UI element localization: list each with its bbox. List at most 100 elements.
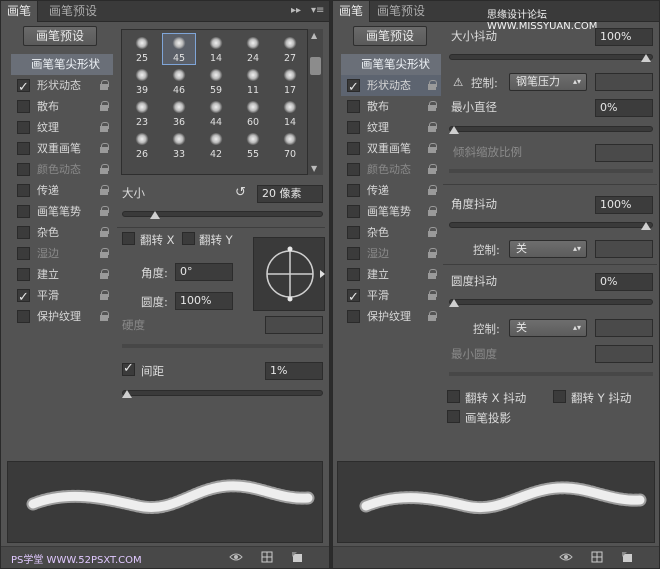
category-checkbox[interactable] (17, 163, 30, 176)
category-9[interactable]: 湿边 (341, 243, 441, 264)
new-brush-icon[interactable] (291, 551, 303, 563)
lock-icon[interactable] (427, 80, 437, 90)
angle-roundness-widget[interactable] (253, 237, 325, 311)
lock-icon[interactable] (99, 227, 109, 237)
roundness-jitter-slider[interactable] (449, 299, 653, 307)
brush-tip-grid[interactable]: 25 45 14 24 27 39 46 59 11 17 23 36 44 60 14 26 33 42 55 70 (121, 29, 323, 175)
lock-icon[interactable] (99, 290, 109, 300)
flip-y-jitter-checkbox[interactable] (553, 390, 566, 403)
category-5[interactable]: 颜色动态 (341, 159, 441, 180)
brush-tip[interactable]: 39 (126, 66, 158, 96)
lock-icon[interactable] (99, 248, 109, 258)
category-checkbox[interactable] (347, 287, 360, 308)
category-checkbox[interactable] (17, 247, 30, 260)
category-checkbox[interactable] (17, 310, 30, 323)
category-checkbox[interactable] (347, 247, 360, 260)
brush-grid-scrollbar[interactable]: ▲ ▼ (307, 29, 323, 175)
size-slider[interactable] (122, 211, 323, 219)
lock-icon[interactable] (99, 80, 109, 90)
flip-x-jitter-checkbox[interactable] (447, 390, 460, 403)
lock-icon[interactable] (99, 311, 109, 321)
category-checkbox[interactable] (347, 184, 360, 197)
size-field[interactable]: 20 像素 (257, 185, 323, 203)
spacing-field[interactable]: 1% (265, 362, 323, 380)
lock-icon[interactable] (427, 185, 437, 195)
category-0[interactable]: 画笔笔尖形状 (341, 54, 441, 75)
hardness-field[interactable] (265, 316, 323, 334)
roundness-jitter-knob[interactable] (449, 299, 459, 307)
collapse-icon[interactable]: ▸▸ (291, 3, 301, 19)
angle-jitter-knob[interactable] (641, 222, 651, 230)
lock-icon[interactable] (99, 122, 109, 132)
roundness-field[interactable]: 100% (175, 292, 233, 310)
category-2[interactable]: 散布 (11, 96, 113, 117)
brush-tip[interactable]: 59 (200, 66, 232, 96)
visibility-toggle-icon[interactable] (559, 551, 573, 563)
control-select-3[interactable]: 关 ▴▾ (509, 319, 587, 337)
lock-icon[interactable] (427, 227, 437, 237)
category-1[interactable]: 形状动态 (11, 75, 113, 98)
brush-tip[interactable]: 24 (237, 34, 269, 64)
lock-icon[interactable] (427, 206, 437, 216)
size-jitter-knob[interactable] (641, 54, 651, 62)
angle-jitter-field[interactable]: 100% (595, 196, 653, 214)
category-checkbox[interactable] (17, 287, 30, 308)
lock-icon[interactable] (99, 143, 109, 153)
tab-brush[interactable]: 画笔 (1, 1, 39, 22)
brush-presets-button[interactable]: 画笔预设 (23, 26, 97, 46)
brush-presets-button[interactable]: 画笔预设 (353, 26, 427, 46)
brush-tip[interactable]: 36 (163, 98, 195, 128)
flip-y-checkbox[interactable] (182, 232, 195, 245)
category-3[interactable]: 纹理 (341, 117, 441, 138)
angle-field[interactable]: 0° (175, 263, 233, 281)
spacing-checkbox[interactable] (122, 361, 135, 376)
lock-icon[interactable] (99, 101, 109, 111)
category-checkbox[interactable] (17, 77, 30, 98)
brush-tip[interactable]: 42 (200, 130, 232, 160)
category-4[interactable]: 双重画笔 (11, 138, 113, 159)
lock-icon[interactable] (427, 290, 437, 300)
category-12[interactable]: 保护纹理 (341, 306, 441, 327)
brush-tip[interactable]: 60 (237, 98, 269, 128)
lock-icon[interactable] (99, 269, 109, 279)
lock-icon[interactable] (427, 143, 437, 153)
tab-brush[interactable]: 画笔 (333, 1, 371, 22)
visibility-toggle-icon[interactable] (229, 551, 243, 563)
category-6[interactable]: 传递 (341, 180, 441, 201)
category-4[interactable]: 双重画笔 (341, 138, 441, 159)
category-0[interactable]: 画笔笔尖形状 (11, 54, 113, 75)
category-checkbox[interactable] (17, 100, 30, 113)
category-checkbox[interactable] (347, 163, 360, 176)
category-checkbox[interactable] (347, 310, 360, 323)
grid-icon[interactable] (591, 551, 603, 563)
category-8[interactable]: 杂色 (11, 222, 113, 243)
category-2[interactable]: 散布 (341, 96, 441, 117)
category-11[interactable]: 平滑 (11, 285, 113, 308)
flip-x-checkbox[interactable] (122, 232, 135, 245)
min-diameter-knob[interactable] (449, 126, 459, 134)
min-diameter-slider[interactable] (449, 126, 653, 134)
lock-icon[interactable] (99, 164, 109, 174)
reset-size-icon[interactable]: ↺ (235, 185, 246, 200)
brush-tip[interactable]: 33 (163, 130, 195, 160)
category-3[interactable]: 纹理 (11, 117, 113, 138)
brush-tip[interactable]: 25 (126, 34, 158, 64)
lock-icon[interactable] (427, 269, 437, 279)
category-6[interactable]: 传递 (11, 180, 113, 201)
category-checkbox[interactable] (17, 184, 30, 197)
category-10[interactable]: 建立 (11, 264, 113, 285)
min-diameter-field[interactable]: 0% (595, 99, 653, 117)
lock-icon[interactable] (427, 311, 437, 321)
tab-brush-presets[interactable]: 画笔预设 (371, 1, 431, 22)
brush-tip[interactable]: 23 (126, 98, 158, 128)
brush-tip[interactable]: 11 (237, 66, 269, 96)
category-checkbox[interactable] (17, 268, 30, 281)
spacing-slider-knob[interactable] (122, 390, 132, 398)
size-jitter-slider[interactable] (449, 54, 653, 62)
brush-tip[interactable]: 55 (237, 130, 269, 160)
lock-icon[interactable] (427, 248, 437, 258)
control-select-1[interactable]: 钢笔压力 ▴▾ (509, 73, 587, 91)
scroll-thumb[interactable] (310, 57, 321, 75)
category-checkbox[interactable] (347, 268, 360, 281)
grid-icon[interactable] (261, 551, 273, 563)
